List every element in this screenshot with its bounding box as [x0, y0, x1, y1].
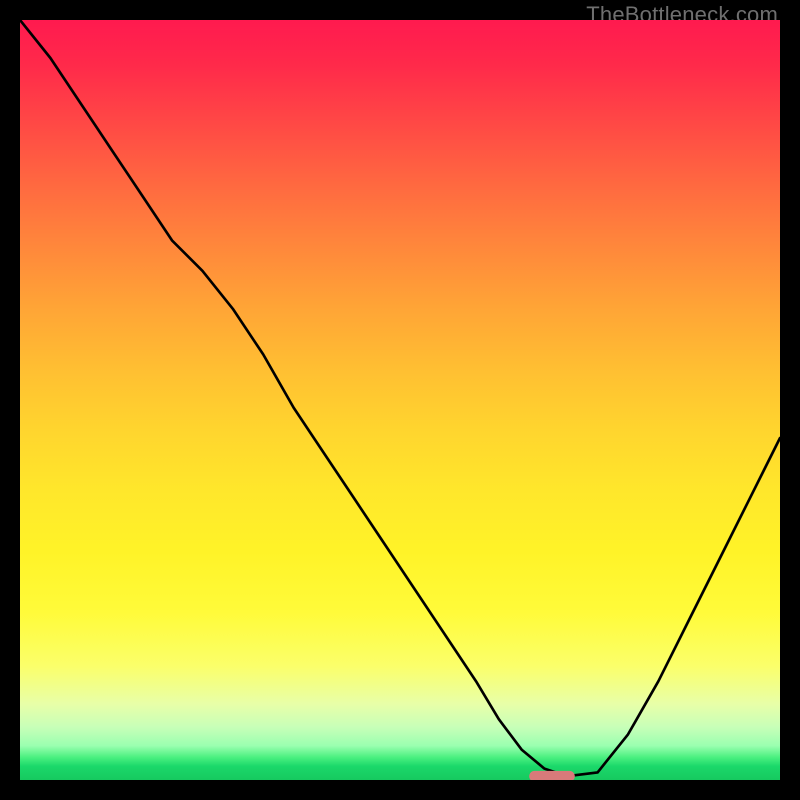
bottleneck-curve	[20, 20, 780, 776]
optimal-marker	[529, 771, 575, 780]
chart-plot-area	[20, 20, 780, 780]
chart-frame: TheBottleneck.com	[0, 0, 800, 800]
chart-svg	[20, 20, 780, 780]
